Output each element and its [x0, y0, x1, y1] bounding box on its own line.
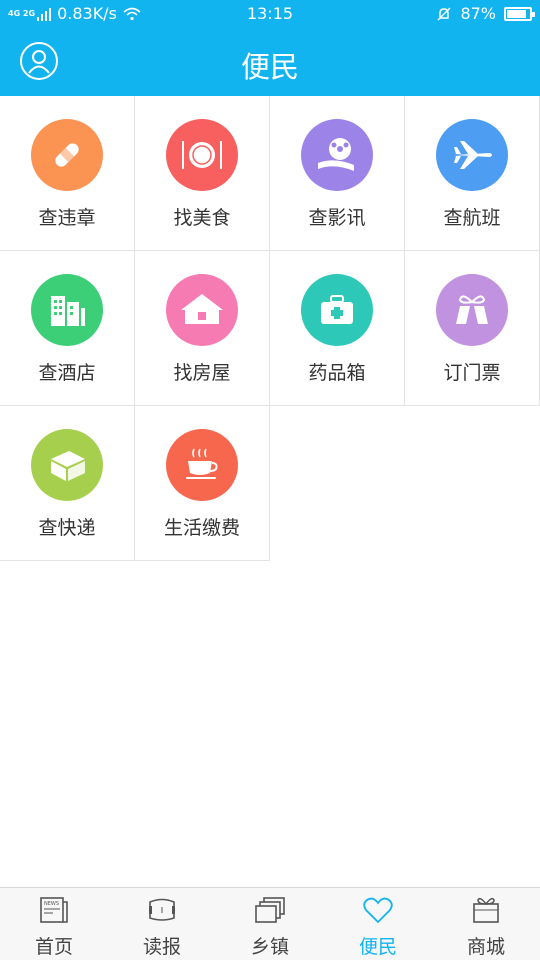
service-icon-circle	[436, 274, 508, 346]
service-label: 找房屋	[173, 362, 231, 384]
newspaper-icon	[146, 894, 178, 926]
dining-plate-icon	[178, 135, 226, 175]
service-icon-circle	[166, 119, 238, 191]
service-label: 查快递	[38, 517, 96, 539]
news-icon: NEWS	[38, 894, 70, 926]
tab-item[interactable]: NEWS 首页	[0, 888, 108, 960]
medicine-box-icon	[315, 290, 359, 330]
service-item[interactable]: 查违章	[0, 96, 135, 251]
service-item[interactable]: 药品箱	[270, 251, 405, 406]
service-item[interactable]: 找美食	[135, 96, 270, 251]
heart-icon	[362, 894, 394, 926]
tab-item[interactable]: 读报	[108, 888, 216, 960]
service-icon-circle	[31, 429, 103, 501]
status-right: 87%	[436, 4, 535, 23]
tab-label: 便民	[358, 936, 397, 958]
coffee-cup-icon	[180, 445, 224, 485]
service-icon-circle	[31, 119, 103, 191]
service-icon-circle	[166, 429, 238, 501]
service-item[interactable]: 生活缴费	[135, 406, 270, 561]
service-label: 订门票	[443, 362, 501, 384]
service-item[interactable]: 查航班	[405, 96, 540, 251]
service-label: 药品箱	[308, 362, 366, 384]
svg-text:NEWS: NEWS	[44, 901, 59, 907]
bell-muted-icon	[437, 7, 451, 20]
bandage-icon	[47, 135, 87, 175]
service-label: 找美食	[173, 207, 231, 229]
app-header: 便民	[0, 28, 540, 96]
tab-label: 乡镇	[250, 936, 289, 958]
ticket-gift-icon	[452, 290, 492, 330]
tab-label: 读报	[142, 936, 181, 958]
bottom-tab-bar: NEWS 首页 读报 乡镇 便民 商城	[0, 887, 540, 960]
service-item[interactable]: 查快递	[0, 406, 135, 561]
status-bar: 4G 2G 0.83K/s 13:15 87%	[0, 0, 540, 28]
film-reel-icon	[314, 135, 360, 175]
tab-item[interactable]: 商城	[432, 888, 540, 960]
parcel-box-icon	[45, 445, 89, 485]
top-bar: 4G 2G 0.83K/s 13:15 87% 便民	[0, 0, 540, 96]
battery-percent: 87%	[460, 4, 496, 23]
service-icon-circle	[301, 119, 373, 191]
service-item[interactable]: 查影讯	[270, 96, 405, 251]
layers-icon	[254, 894, 286, 926]
tab-label: 商城	[466, 936, 505, 958]
gift-box-icon	[470, 894, 502, 926]
service-label: 查酒店	[38, 362, 96, 384]
service-item[interactable]: 查酒店	[0, 251, 135, 406]
battery-level	[507, 9, 526, 18]
service-icon-circle	[166, 274, 238, 346]
airplane-icon	[450, 135, 494, 175]
service-item[interactable]: 订门票	[405, 251, 540, 406]
tab-item[interactable]: 乡镇	[216, 888, 324, 960]
battery-icon	[504, 6, 535, 21]
service-icon-circle	[436, 119, 508, 191]
service-label: 查影讯	[308, 207, 366, 229]
tab-item[interactable]: 便民	[324, 888, 432, 960]
house-icon	[177, 290, 227, 330]
service-icon-circle	[301, 274, 373, 346]
tab-label: 首页	[34, 936, 73, 958]
service-label: 生活缴费	[163, 517, 240, 539]
hotel-building-icon	[45, 290, 89, 330]
service-label: 查航班	[443, 207, 501, 229]
service-icon-circle	[31, 274, 103, 346]
service-label: 查违章	[38, 207, 96, 229]
service-item[interactable]: 找房屋	[135, 251, 270, 406]
page-title: 便民	[240, 50, 299, 84]
